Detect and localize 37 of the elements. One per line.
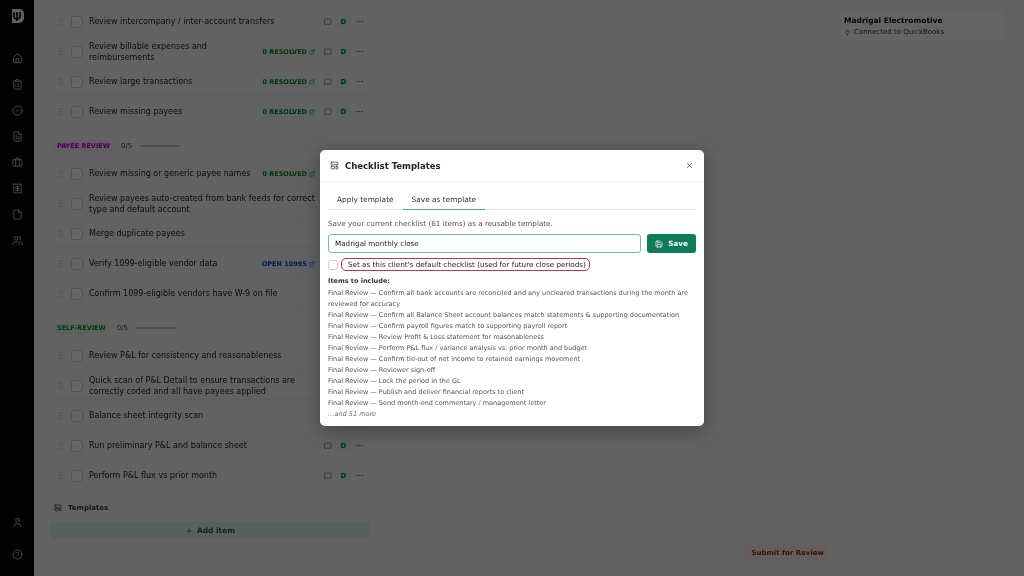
check-circle-icon[interactable] <box>9 102 25 118</box>
dialog-title: Checklist Templates <box>345 160 442 171</box>
comment-icon[interactable] <box>324 107 332 116</box>
default-checkbox[interactable] <box>328 259 338 270</box>
external-link-icon <box>309 78 315 85</box>
comment-icon[interactable] <box>324 441 332 450</box>
briefcase-icon[interactable] <box>9 154 25 170</box>
item-title: Run preliminary P&L and balance sheet <box>89 440 247 451</box>
external-link-icon <box>309 108 315 115</box>
item-title: Review large transactions <box>89 76 193 87</box>
item-title: Merge duplicate payees <box>89 228 185 239</box>
item-title: Review missing or generic payee names <box>89 168 251 179</box>
comment-icon[interactable] <box>324 471 332 480</box>
item-title: Review missing payees <box>89 106 183 117</box>
item-title: Verify 1099-eligible vendor data <box>89 258 218 269</box>
save-icon <box>655 239 664 248</box>
item-title: Review P&L for consistency and reasonableness <box>89 350 282 361</box>
logo-icon <box>9 8 25 24</box>
plus-icon <box>184 526 193 535</box>
template-icon <box>54 504 62 512</box>
comment-icon[interactable] <box>324 47 332 56</box>
item-title: Balance sheet integrity scan <box>89 410 204 421</box>
templates-icon <box>330 161 339 170</box>
external-link-icon <box>309 48 315 55</box>
close-button[interactable] <box>685 161 694 170</box>
item-title: Review intercompany / inter-account transfers <box>89 16 275 27</box>
comment-icon[interactable] <box>324 77 332 86</box>
plug-icon <box>844 28 851 36</box>
item-title: Perform P&L flux vs prior month <box>89 470 218 481</box>
item-title: Review billable expenses and reimbursements <box>89 40 208 63</box>
item-title: Review payees auto-created from bank feeds for correct type and default account <box>89 192 315 215</box>
item-title: Quick scan of P&L Detail to ensure transactions are correctly coded and all have payees applied <box>89 374 296 397</box>
help-icon[interactable] <box>9 546 25 562</box>
comment-icon[interactable] <box>324 17 332 26</box>
item-title: Confirm 1099-eligible vendors have W-9 on file <box>89 288 278 299</box>
external-link-icon <box>309 260 315 267</box>
external-link-icon <box>309 170 315 177</box>
